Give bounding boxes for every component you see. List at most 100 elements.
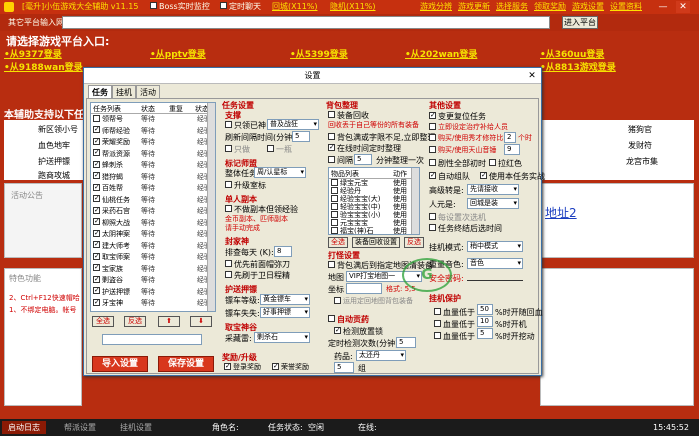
buy-2-input[interactable]: 9 [504,144,520,155]
task-row-checkbox[interactable] [93,229,100,237]
auto-team-checkbox[interactable]: 自动组队 [429,171,470,182]
move-up-button[interactable]: ⬆ [158,316,180,327]
tab-activity[interactable]: 活动 [136,85,160,98]
item-row-checkbox[interactable] [331,210,338,218]
escort-type-select[interactable]: 黄金镖车 [260,294,310,305]
clean-option-2[interactable]: 先刷于卫日程精 [225,270,290,281]
escort-loss-select[interactable]: 好事押镖 [260,307,310,318]
item-select-all-button[interactable]: 全选 [328,237,348,248]
task-row[interactable]: 领帮号 等待 经验 [93,114,211,124]
gray-option-1[interactable]: 只做 [225,144,250,155]
item-row-checkbox[interactable] [331,218,338,226]
top-link-5[interactable]: 设置资料 [610,0,642,14]
enter-platform-button[interactable]: 进入平台 [562,16,598,29]
buy-1-input[interactable]: 2 [504,132,516,143]
item-row[interactable]: 轻验宝宝(中) 使用 [331,202,411,211]
task-row[interactable]: 百姓帮等待经验 [93,183,211,193]
platform-link-9188wan[interactable]: •从9188wan登录 [4,60,83,73]
char-select[interactable]: 回城是装 [467,198,519,209]
task-row-checkbox[interactable] [93,252,100,260]
platform-link-8813[interactable]: •从8813游戏登录 [540,60,616,73]
task-row-checkbox[interactable] [93,195,100,202]
task-row-checkbox[interactable] [93,183,100,191]
dialog-close-icon[interactable]: ✕ [526,70,538,82]
gray-other-option[interactable]: 每设置次选机 [429,212,486,223]
task-row[interactable]: 剿盗谷等待经验 [93,275,211,285]
bounty-select[interactable]: 普及战狂 [267,119,319,130]
quick-checkbox[interactable]: 剧性全部初时 [429,158,486,169]
clean-input[interactable]: 8 [274,246,292,257]
drug-count-input[interactable]: 5 [334,362,354,373]
top-link-4[interactable]: 游戏设置 [572,0,604,14]
top-link-1[interactable]: 游戏更新 [458,0,490,14]
task-row[interactable]: 建大师考等待经验 [93,241,211,251]
address2-link[interactable]: 地址2 [545,204,577,221]
change-task-checkbox[interactable]: 变更复位任务 [429,111,486,122]
close-icon[interactable]: ✕ [676,1,690,13]
protect-threshold-input[interactable]: 5 [477,328,493,339]
protect-threshold-input[interactable]: 50 [477,304,493,315]
item-row-checkbox[interactable] [331,202,338,210]
task-row[interactable]: 蜂刺杀等待经验 [93,160,211,170]
interval-input[interactable]: 5 [354,154,372,165]
import-settings-button[interactable]: 导入设置 [92,356,148,372]
protect-threshold-input[interactable]: 10 [477,316,493,327]
buy-1-checkbox[interactable]: 购买/使用秀才修符比 [429,133,503,143]
inverse-select-button[interactable]: 反选 [124,316,146,327]
safety-password-input[interactable] [467,280,523,281]
task-row[interactable]: 牙宝神等待经验 [93,298,211,308]
task-row[interactable]: 宝家族等待经验 [93,264,211,274]
timed-chat-checkbox[interactable]: 定时聊天 [220,0,261,14]
move-down-button[interactable]: ⬇ [190,316,212,327]
item-row-checkbox[interactable] [331,194,338,202]
task-row-checkbox[interactable] [93,241,100,248]
task-row[interactable]: 仙桃任务等待经验 [93,195,211,205]
auto-lock-checkbox[interactable]: 检测放置锁 [334,326,383,337]
item-row[interactable]: 绿宝元宝 使用 [331,178,411,187]
task-row-checkbox[interactable] [93,172,100,179]
task-preset-select[interactable] [102,334,202,345]
top-link-2[interactable]: 选择服务 [496,0,528,14]
task-row-checkbox[interactable] [93,160,100,168]
protect-row[interactable]: 血量低于 5 %时开挖动 [434,328,535,342]
item-list-scrollbar[interactable] [411,168,419,234]
reward-checkbox[interactable]: 荣誉奖励 [272,362,309,372]
return-city-link[interactable]: 回城(X11%) [272,0,318,14]
gray-option-2[interactable]: 一瓶 [267,144,292,155]
tab-hang[interactable]: 挂机 [112,85,136,98]
platform-link-5399[interactable]: •从5399登录 [290,47,348,60]
drug-select[interactable]: 太还丹 [356,350,406,361]
interval-checkbox[interactable]: 间隔 [328,155,353,166]
task-row-checkbox[interactable] [93,298,100,306]
mark-task-select[interactable]: 周/认星标 [254,167,306,178]
item-row[interactable]: 元宝宝宝 使用 [331,218,411,227]
platform-link-9377[interactable]: •从9377登录 [4,47,62,60]
task-row[interactable]: 太阴神案等待经验 [93,229,211,239]
task-row-checkbox[interactable] [93,149,100,156]
task-row-checkbox[interactable] [93,137,100,145]
task-row[interactable]: 荣耀奖励等待经验 [93,137,211,147]
task-row-checkbox[interactable] [93,126,100,133]
bounty-checkbox[interactable]: 只领已神 [225,120,266,131]
boss-monitor-checkbox[interactable]: Boss实时监控 [150,0,210,14]
item-row[interactable]: 验宝宝宝(小) 使用 [331,210,411,219]
task-row-checkbox[interactable] [93,218,100,225]
task-list[interactable]: 任务列表 状态 重复 状态 领帮号等待经验师帮经验等待经验荣耀奖励等待经验帮派资… [90,102,216,312]
notify-checkbox[interactable]: 任务终结后选时间 [429,223,502,234]
item-row-checkbox[interactable] [331,178,338,186]
task-row[interactable]: 采药石宫等待经验 [93,206,211,216]
task-row[interactable]: 帮派资源等待经验 [93,149,211,159]
top-link-0[interactable]: 游戏分辨 [420,0,452,14]
warlock-checkbox[interactable]: 使用本任务实战 [480,171,545,182]
backpack-clean-checkbox[interactable]: 背包满或字限不足,立即整理 [328,132,436,143]
auto-time-input[interactable]: 5 [396,337,416,348]
treasure-select[interactable]: 剿杀石 [254,332,310,343]
reward-checkbox[interactable]: 登录奖励 [224,362,261,372]
platform-link-202wan[interactable]: •从202wan登录 [405,47,477,60]
online-clean-checkbox[interactable]: 在线时间定时整理 [328,143,401,154]
coord-input[interactable] [346,283,382,294]
task-row[interactable]: 护送押镖等待经验 [93,287,211,297]
statusbar-tab-hang[interactable]: 挂机设置 [114,421,158,434]
item-list[interactable]: 物品列表 动作 绿宝元宝 使用 经验丹 使用 经验宝宝(大) 使用 轻验宝宝(中) 使用 验宝宝… [328,167,420,235]
item-row[interactable]: 经验丹 使用 [331,186,411,195]
